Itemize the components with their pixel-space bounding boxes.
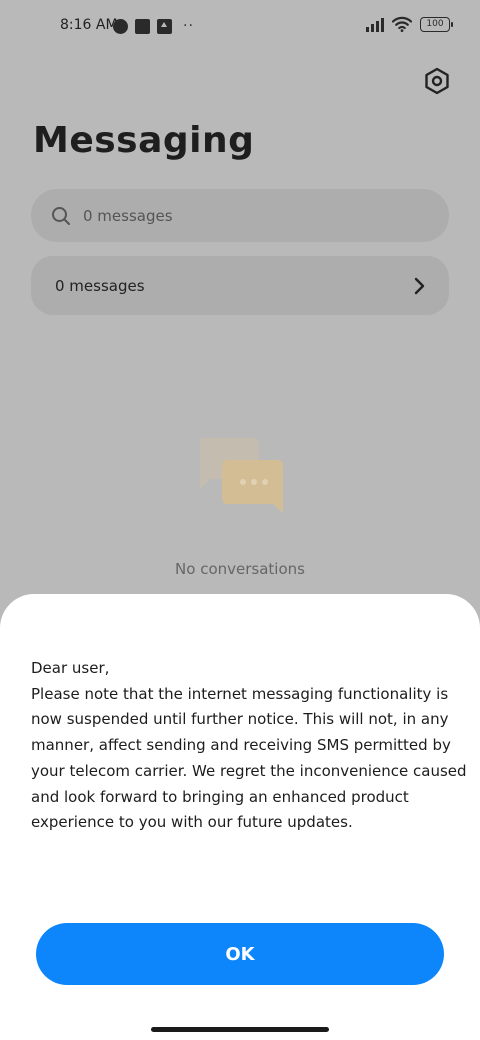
home-indicator[interactable] [151,1027,329,1032]
more-notifications-icon: ·· [183,18,194,34]
messages-row-label: 0 messages [55,276,145,295]
search-input[interactable]: 0 messages [31,189,449,242]
ok-button[interactable]: OK [36,923,444,985]
messaging-screen: 8:16 AM ·· 100 Messaging 0 messages 0 me… [0,0,480,1040]
notice-body: Please note that the internet messaging … [31,684,467,832]
system-icons: 100 [366,16,453,32]
wifi-icon [392,16,412,32]
settings-button[interactable] [422,66,452,96]
status-time: 8:16 AM [60,17,118,33]
app-notification-icon [113,18,128,34]
battery-icon: 100 [420,16,453,32]
notice-message: Dear user, Please note that the internet… [31,656,471,836]
chevron-right-icon [414,277,425,294]
upload-notification-icon [157,18,172,34]
square-notification-icon [135,18,150,34]
search-placeholder: 0 messages [83,206,173,225]
signal-icon [366,16,384,32]
status-bar: 8:16 AM ·· 100 [0,0,480,54]
settings-icon [425,67,449,95]
notice-greeting: Dear user, [31,659,110,677]
messages-row[interactable]: 0 messages [31,256,449,315]
search-icon [52,206,70,225]
chat-bubbles-icon [199,438,283,513]
notice-dialog: Dear user, Please note that the internet… [0,594,480,1040]
empty-state-text: No conversations [175,560,305,578]
page-title: Messaging [33,120,255,161]
notification-icons: ·· [113,18,194,34]
